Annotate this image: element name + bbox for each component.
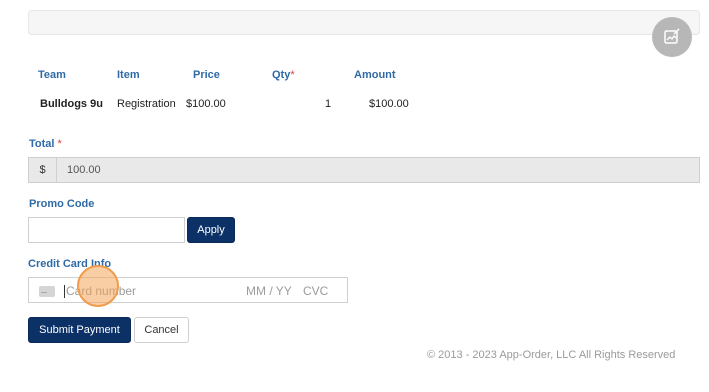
apply-button[interactable]: Apply bbox=[187, 217, 235, 243]
text-cursor bbox=[64, 285, 65, 298]
click-indicator bbox=[77, 265, 119, 307]
total-label: Total * bbox=[29, 138, 62, 150]
top-panel bbox=[28, 10, 700, 35]
total-label-text: Total bbox=[29, 138, 55, 150]
column-header-qty-label: Qty bbox=[272, 69, 291, 81]
cell-team: Bulldogs 9u bbox=[40, 98, 103, 110]
copyright-footer: © 2013 - 2023 App-Order, LLC All Rights … bbox=[427, 349, 676, 361]
cell-qty: 1 bbox=[325, 98, 332, 110]
card-cvc-input[interactable]: CVC bbox=[303, 284, 328, 298]
credit-card-icon bbox=[39, 286, 55, 297]
total-field: $ bbox=[28, 157, 700, 183]
column-header-team: Team bbox=[38, 69, 66, 81]
cell-amount: $100.00 bbox=[369, 98, 409, 110]
column-header-price: Price bbox=[193, 69, 220, 81]
cell-item: Registration bbox=[117, 98, 176, 110]
promo-code-label: Promo Code bbox=[29, 198, 95, 210]
card-expiry-input[interactable]: MM / YY bbox=[246, 284, 292, 298]
cancel-button[interactable]: Cancel bbox=[134, 317, 189, 343]
column-header-item: Item bbox=[117, 69, 140, 81]
cell-price: $100.00 bbox=[186, 98, 226, 110]
image-edit-button[interactable] bbox=[652, 17, 692, 57]
credit-card-field[interactable]: Card number MM / YY CVC bbox=[28, 277, 348, 303]
required-mark: * bbox=[290, 69, 295, 81]
promo-code-input[interactable] bbox=[28, 217, 185, 243]
image-edit-icon bbox=[664, 28, 680, 44]
total-input bbox=[57, 158, 699, 182]
column-header-amount: Amount bbox=[354, 69, 396, 81]
currency-addon: $ bbox=[29, 158, 57, 182]
column-header-qty: Qty* bbox=[272, 69, 295, 81]
required-mark: * bbox=[57, 138, 62, 150]
submit-payment-button[interactable]: Submit Payment bbox=[28, 317, 131, 343]
